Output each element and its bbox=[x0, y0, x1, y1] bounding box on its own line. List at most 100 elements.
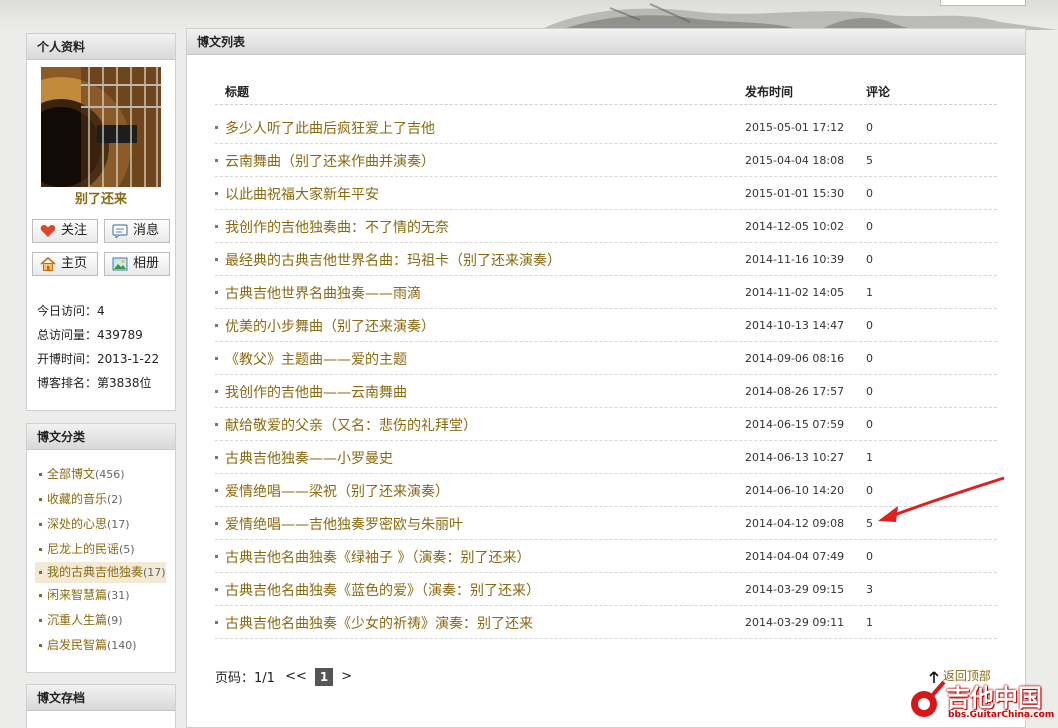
article-title-link[interactable]: 《教父》主题曲——爱的主题 bbox=[225, 349, 407, 369]
article-title-link[interactable]: 献给敬爱的父亲（又名：悲伤的礼拜堂） bbox=[225, 415, 477, 435]
table-row: 古典吉他世界名曲独奏——雨滴 2014-11-02 14:05 1 bbox=[215, 276, 997, 309]
home-button[interactable]: 主页 bbox=[32, 252, 98, 276]
comment-count: 0 bbox=[866, 253, 873, 266]
bullet bbox=[215, 159, 218, 162]
comment-count: 0 bbox=[866, 484, 873, 497]
article-title-link[interactable]: 多少人听了此曲后疯狂爱上了吉他 bbox=[225, 118, 435, 138]
article-title-link[interactable]: 我创作的吉他曲——云南舞曲 bbox=[225, 382, 407, 402]
publish-time: 2014-03-29 09:15 bbox=[745, 583, 845, 596]
table-row: 优美的小步舞曲（别了还来演奏） 2014-10-13 14:47 0 bbox=[215, 309, 997, 342]
message-label: 消息 bbox=[133, 223, 160, 238]
bullet bbox=[215, 258, 218, 261]
category-item[interactable]: 沉重人生篇(9) bbox=[35, 608, 166, 633]
bullet bbox=[215, 489, 218, 492]
home-label: 主页 bbox=[61, 256, 88, 271]
category-item[interactable]: 尼龙上的民谣(5) bbox=[35, 537, 166, 562]
table-row: 以此曲祝福大家新年平安 2015-01-01 15:30 0 bbox=[215, 177, 997, 210]
category-item[interactable]: 闲来智慧篇(31) bbox=[35, 583, 166, 608]
avatar[interactable] bbox=[41, 67, 161, 187]
prev-page-link[interactable]: << bbox=[285, 669, 307, 684]
guitar-photo bbox=[41, 67, 161, 187]
table-row: 云南舞曲（别了还来作曲并演奏） 2015-04-04 18:08 5 bbox=[215, 144, 997, 177]
table-row: 爱情绝唱——吉他独奏罗密欧与朱丽叶 2014-04-12 09:08 5 bbox=[215, 507, 997, 540]
category-item[interactable]: 收藏的音乐(2) bbox=[35, 487, 166, 512]
comment-count: 5 bbox=[866, 517, 873, 530]
publish-time: 2015-01-01 15:30 bbox=[745, 187, 845, 200]
publish-time: 2014-09-06 08:16 bbox=[745, 352, 845, 365]
article-title-link[interactable]: 古典吉他名曲独奏《蓝色的爱》（演奏：别了还来） bbox=[225, 580, 540, 600]
list-header: 标题 发布时间 评论 bbox=[215, 79, 997, 105]
bullet bbox=[215, 357, 218, 360]
article-title-link[interactable]: 爱情绝唱——梁祝（别了还来演奏） bbox=[225, 481, 449, 501]
album-button[interactable]: 相册 bbox=[104, 252, 170, 276]
publish-time: 2014-11-02 14:05 bbox=[745, 286, 845, 299]
message-button[interactable]: 消息 bbox=[104, 219, 170, 243]
ink-painting-decoration bbox=[540, 3, 1058, 30]
table-row: 我创作的吉他曲——云南舞曲 2014-08-26 17:57 0 bbox=[215, 375, 997, 408]
publish-time: 2015-04-04 18:08 bbox=[745, 154, 845, 167]
page-indicator: 页码：1/1 bbox=[215, 671, 275, 686]
album-label: 相册 bbox=[133, 256, 160, 271]
publish-time: 2014-03-29 09:11 bbox=[745, 616, 845, 629]
blog-stats: 今日访问：4 总访问量：439789 开博时间：2013-1-22 博客排名：第… bbox=[37, 299, 159, 395]
publish-time: 2014-06-15 07:59 bbox=[745, 418, 845, 431]
comment-count: 1 bbox=[866, 616, 873, 629]
current-page[interactable]: 1 bbox=[315, 667, 334, 686]
follow-button[interactable]: 关注 bbox=[32, 219, 98, 243]
publish-time: 2014-06-10 14:20 bbox=[745, 484, 845, 497]
table-row: 《教父》主题曲——爱的主题 2014-09-06 08:16 0 bbox=[215, 342, 997, 375]
comment-count: 1 bbox=[866, 286, 873, 299]
profile-heading: 个人资料 bbox=[27, 34, 175, 60]
column-title: 标题 bbox=[225, 85, 250, 99]
heart-icon bbox=[40, 224, 56, 237]
article-rows: 多少人听了此曲后疯狂爱上了吉他 2015-05-01 17:12 0 云南舞曲（别了还… bbox=[215, 111, 997, 639]
table-row: 最经典的古典吉他世界名曲：玛祖卡（别了还来演奏） 2014-11-16 10:39… bbox=[215, 243, 997, 276]
category-item[interactable]: 启发民智篇(140) bbox=[35, 633, 166, 658]
article-title-link[interactable]: 以此曲祝福大家新年平安 bbox=[225, 184, 379, 204]
bullet bbox=[215, 291, 218, 294]
banner-tab[interactable] bbox=[940, 0, 1026, 6]
bullet bbox=[215, 555, 218, 558]
blogger-nickname[interactable]: 别了还来 bbox=[27, 188, 175, 207]
comment-count: 0 bbox=[866, 187, 873, 200]
comment-count: 0 bbox=[866, 418, 873, 431]
article-list-panel: 博文列表 标题 发布时间 评论 多少人听了此曲后疯狂爱上了吉他 2015-05-0… bbox=[186, 28, 1026, 728]
comment-count: 0 bbox=[866, 319, 873, 332]
guitar-logo-icon bbox=[911, 680, 946, 717]
article-title-link[interactable]: 云南舞曲（别了还来作曲并演奏） bbox=[225, 151, 435, 171]
comment-count: 5 bbox=[866, 154, 873, 167]
table-row: 献给敬爱的父亲（又名：悲伤的礼拜堂） 2014-06-15 07:59 0 bbox=[215, 408, 997, 441]
publish-time: 2014-08-26 17:57 bbox=[745, 385, 845, 398]
follow-label: 关注 bbox=[61, 223, 88, 238]
category-item[interactable]: 全部博文(456) bbox=[35, 462, 166, 487]
comment-count: 0 bbox=[866, 121, 873, 134]
publish-time: 2014-06-13 10:27 bbox=[745, 451, 845, 464]
article-title-link[interactable]: 古典吉他名曲独奏《少女的祈祷》演奏：别了还来 bbox=[225, 613, 533, 633]
table-row: 古典吉他名曲独奏《蓝色的爱》（演奏：别了还来） 2014-03-29 09:15 3 bbox=[215, 573, 997, 606]
table-row: 古典吉他独奏——小罗曼史 2014-06-13 10:27 1 bbox=[215, 441, 997, 474]
publish-time: 2014-04-12 09:08 bbox=[745, 517, 845, 530]
home-icon bbox=[40, 257, 56, 271]
archive-heading: 博文存档 bbox=[27, 685, 175, 711]
comment-count: 3 bbox=[866, 583, 873, 596]
article-title-link[interactable]: 古典吉他名曲独奏《绿袖子 》（演奏：别了还来） bbox=[225, 547, 530, 567]
message-icon bbox=[112, 224, 128, 238]
article-title-link[interactable]: 优美的小步舞曲（别了还来演奏） bbox=[225, 316, 435, 336]
bullet bbox=[215, 390, 218, 393]
table-row: 古典吉他名曲独奏《少女的祈祷》演奏：别了还来 2014-03-29 09:11 1 bbox=[215, 606, 997, 639]
article-title-link[interactable]: 爱情绝唱——吉他独奏罗密欧与朱丽叶 bbox=[225, 514, 463, 534]
category-item[interactable]: 深处的心思(17) bbox=[35, 512, 166, 537]
article-title-link[interactable]: 古典吉他世界名曲独奏——雨滴 bbox=[225, 283, 421, 303]
publish-time: 2014-11-16 10:39 bbox=[745, 253, 845, 266]
article-title-link[interactable]: 古典吉他独奏——小罗曼史 bbox=[225, 448, 393, 468]
category-item-active[interactable]: 我的古典吉他独奏(17) bbox=[35, 562, 166, 583]
bullet bbox=[215, 126, 218, 129]
next-page-link[interactable]: > bbox=[341, 669, 352, 684]
article-title-link[interactable]: 最经典的古典吉他世界名曲：玛祖卡（别了还来演奏） bbox=[225, 250, 561, 270]
table-row: 我创作的吉他独奏曲：不了情的无奈 2014-12-05 10:02 0 bbox=[215, 210, 997, 243]
publish-time: 2014-10-13 14:47 bbox=[745, 319, 845, 332]
site-watermark: 吉他中国 bbs.GuitarChina.com bbox=[906, 676, 1056, 726]
article-title-link[interactable]: 我创作的吉他独奏曲：不了情的无奈 bbox=[225, 217, 449, 237]
bullet bbox=[215, 522, 218, 525]
category-panel: 博文分类 全部博文(456) 收藏的音乐(2) 深处的心思(17) 尼龙上的民谣… bbox=[26, 423, 176, 673]
